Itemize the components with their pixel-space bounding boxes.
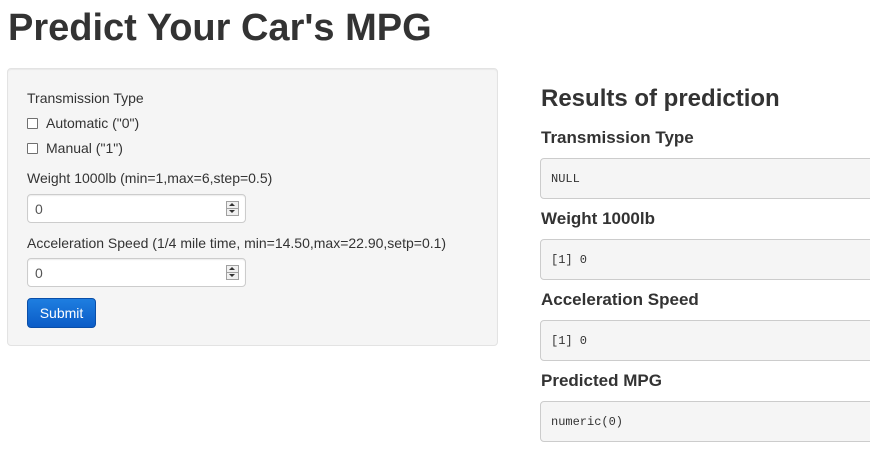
results-title: Results of prediction	[541, 85, 780, 112]
arrow-up-icon	[229, 203, 235, 206]
arrow-down-icon	[229, 274, 235, 277]
arrow-down-icon	[229, 210, 235, 213]
acceleration-spin-down-button[interactable]	[227, 273, 238, 279]
checkbox-automatic[interactable]: Automatic ("0")	[27, 114, 139, 132]
checkbox-manual[interactable]: Manual ("1")	[27, 139, 123, 157]
weight-input[interactable]: 0	[27, 194, 246, 223]
checkbox-manual-label: Manual ("1")	[46, 140, 123, 156]
checkbox-automatic-label: Automatic ("0")	[46, 115, 140, 131]
result-heading-mpg: Predicted MPG	[541, 371, 662, 390]
weight-spin-down-button[interactable]	[227, 209, 238, 215]
result-heading-acceleration: Acceleration Speed	[541, 290, 699, 309]
result-output-acceleration: [1] 0	[540, 320, 870, 361]
checkbox-automatic-box[interactable]	[27, 117, 38, 129]
page-title: Predict Your Car's MPG	[8, 7, 432, 49]
arrow-up-icon	[229, 267, 235, 270]
weight-label: Weight 1000lb (min=1,max=6,step=0.5)	[27, 170, 273, 186]
acceleration-input-value: 0	[35, 265, 43, 281]
weight-spin-up-button[interactable]	[227, 202, 238, 209]
result-output-weight: [1] 0	[540, 239, 870, 280]
acceleration-label: Acceleration Speed (1/4 mile time, min=1…	[27, 235, 447, 251]
transmission-label: Transmission Type	[27, 90, 144, 106]
weight-input-value: 0	[35, 201, 43, 217]
acceleration-input[interactable]: 0	[27, 258, 246, 287]
result-output-transmission: NULL	[540, 158, 870, 199]
submit-button[interactable]: Submit	[27, 298, 96, 328]
result-heading-transmission: Transmission Type	[541, 128, 694, 147]
result-output-mpg: numeric(0)	[540, 401, 870, 442]
acceleration-spin-up-button[interactable]	[227, 266, 238, 273]
input-panel: Transmission Type Automatic ("0") Manual…	[7, 68, 498, 346]
result-heading-weight: Weight 1000lb	[541, 209, 655, 228]
weight-spinner[interactable]	[226, 201, 239, 216]
acceleration-spinner[interactable]	[226, 265, 239, 280]
checkbox-manual-box[interactable]	[27, 142, 38, 154]
